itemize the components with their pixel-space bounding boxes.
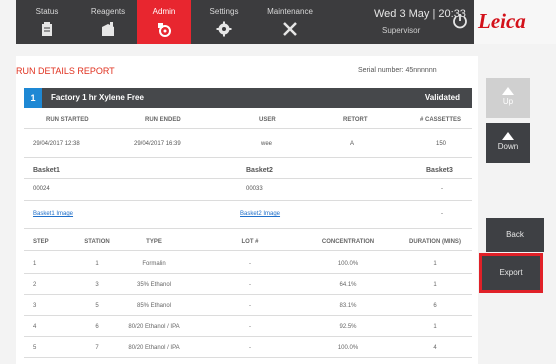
step-cell: -: [249, 261, 251, 267]
step-cell: 92.5%: [339, 324, 357, 330]
divider: [24, 315, 472, 316]
protocol-name: Factory 1 hr Xylene Free: [51, 93, 144, 102]
export-button[interactable]: Export: [479, 253, 543, 293]
tab-maintenance[interactable]: Maintenance: [257, 0, 323, 44]
run-ended-value: 29/04/2017 16:39: [134, 141, 181, 147]
step-cell: 80/20 Ethanol / IPA: [128, 324, 180, 330]
concentration-header: CONCENTRATION: [321, 239, 375, 245]
divider: [24, 250, 472, 251]
step-cell: 1: [433, 261, 437, 267]
basket2-header: Basket2: [246, 167, 273, 174]
step-cell: 5: [33, 345, 37, 351]
basket1-header: Basket1: [33, 167, 60, 174]
step-cell: 83.1%: [339, 303, 357, 309]
reagents-icon: [102, 22, 114, 36]
step-cell: 1: [33, 261, 37, 267]
leica-logo: Leica: [478, 9, 526, 33]
cassettes-value: 150: [436, 141, 447, 147]
step-cell: 80/20 Ethanol / IPA: [128, 345, 180, 351]
step-cell: 64.1%: [339, 282, 357, 288]
tab-settings-label: Settings: [209, 7, 239, 16]
divider: [24, 178, 472, 179]
station-header: STATION: [84, 239, 110, 245]
basket3-header: Basket3: [426, 167, 453, 174]
step-cell: -: [249, 282, 251, 288]
type-header: TYPE: [146, 239, 162, 245]
step-cell: 4: [33, 324, 37, 330]
lot-header: LOT #: [241, 239, 259, 245]
divider: [24, 294, 472, 295]
tab-admin-label: Admin: [152, 7, 176, 16]
basket1-image-link[interactable]: Basket1 Image: [33, 211, 73, 217]
retort-header: RETORT: [343, 117, 368, 123]
step-header: STEP: [33, 239, 49, 245]
divider: [24, 336, 472, 337]
step-cell: -: [249, 303, 251, 309]
step-cell: -: [249, 345, 251, 351]
divider: [24, 128, 472, 129]
divider: [24, 228, 472, 229]
status-icon: [42, 22, 52, 36]
up-button-label: Up: [502, 97, 514, 106]
back-button[interactable]: Back: [486, 218, 544, 252]
admin-icon: [158, 23, 171, 37]
up-arrow-icon: [502, 87, 514, 95]
duration-header: DURATION (MINS): [409, 239, 461, 245]
user-role: Supervisor: [382, 26, 421, 35]
tab-reagents-label: Reagents: [90, 7, 126, 16]
step-cell: 35% Ethanol: [136, 282, 172, 288]
app-window: Status Reagents Admin Settings Maintenan…: [0, 0, 556, 364]
step-cell: 4: [433, 345, 437, 351]
serial-number: Serial number: 45nnnnnn: [358, 67, 437, 74]
tools-icon: [283, 22, 297, 36]
step-cell: 6: [95, 324, 99, 330]
step-cell: 1: [433, 282, 437, 288]
tab-settings[interactable]: Settings: [197, 0, 251, 44]
basket3-image-link: -: [441, 211, 443, 217]
down-button[interactable]: Down: [486, 123, 530, 163]
step-cell: 1: [95, 261, 99, 267]
run-started-value: 29/04/2017 12:38: [33, 141, 80, 147]
divider: [24, 200, 472, 201]
report-title: RUN DETAILS REPORT: [16, 66, 115, 76]
up-button[interactable]: Up: [486, 78, 530, 118]
divider: [24, 357, 472, 358]
step-cell: 100.0%: [337, 345, 359, 351]
user-value: wee: [261, 141, 273, 147]
basket2-image-link[interactable]: Basket2 Image: [240, 211, 280, 217]
step-cell: 2: [33, 282, 37, 288]
step-cell: 3: [33, 303, 37, 309]
cassettes-header: # CASSETTES: [420, 117, 462, 123]
step-cell: 3: [95, 282, 99, 288]
protocol-header: 1 Factory 1 hr Xylene Free Validated: [24, 88, 472, 108]
user-header: USER: [259, 117, 276, 123]
tab-status[interactable]: Status: [20, 0, 74, 44]
tab-reagents[interactable]: Reagents: [81, 0, 135, 44]
protocol-status: Validated: [424, 93, 460, 102]
divider: [24, 273, 472, 274]
step-cell: 1: [433, 324, 437, 330]
gear-icon: [216, 21, 232, 37]
step-cell: 6: [433, 303, 437, 309]
step-cell: -: [249, 324, 251, 330]
down-arrow-icon: [502, 132, 514, 140]
basket2-id: 00033: [246, 186, 263, 192]
tab-status-label: Status: [35, 7, 59, 16]
run-started-header: RUN STARTED: [46, 117, 89, 123]
tab-admin[interactable]: Admin: [137, 0, 191, 44]
protocol-number: 1: [24, 88, 42, 108]
step-cell: 85% Ethanol: [136, 303, 172, 309]
step-cell: 100.0%: [337, 261, 359, 267]
basket3-id: -: [441, 186, 443, 192]
step-cell: Formalin: [142, 261, 166, 267]
step-cell: 5: [95, 303, 99, 309]
run-ended-header: RUN ENDED: [145, 117, 181, 123]
retort-value: A: [350, 141, 355, 147]
down-button-label: Down: [497, 142, 519, 151]
tab-maintenance-label: Maintenance: [267, 7, 313, 16]
basket1-id: 00024: [33, 186, 50, 192]
power-icon[interactable]: [451, 12, 469, 30]
step-cell: 7: [95, 345, 99, 351]
divider: [24, 157, 472, 158]
